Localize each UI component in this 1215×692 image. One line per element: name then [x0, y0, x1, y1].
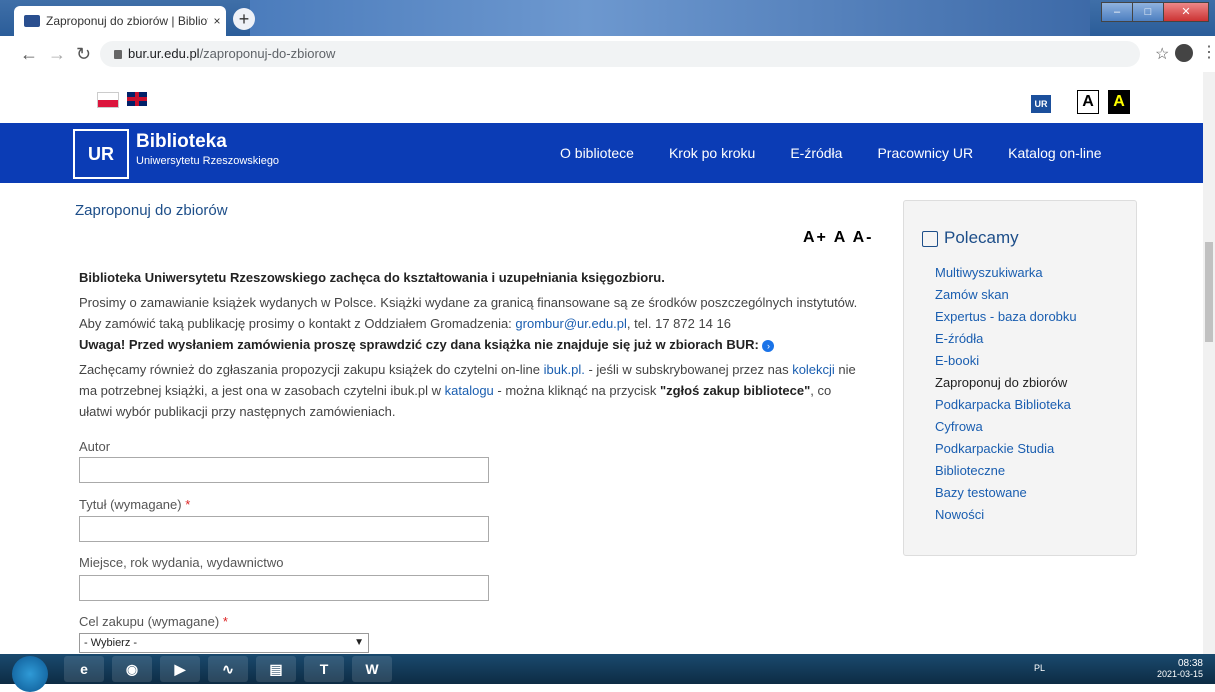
sidebar-item-biblioteczne[interactable]: Biblioteczne: [935, 460, 1077, 482]
arrow-right-icon[interactable]: ›: [762, 339, 775, 352]
email-link[interactable]: grombur@ur.edu.pl: [515, 316, 626, 331]
title-label: Tytuł (wymagane) *: [79, 497, 191, 512]
purpose-select[interactable]: - Wybierz - ▼: [79, 633, 369, 653]
forward-icon[interactable]: →: [48, 44, 66, 65]
kolekcji-link[interactable]: kolekcji: [792, 362, 835, 377]
english-flag-icon[interactable]: [127, 92, 147, 106]
order-button-name: "zgłoś zakup bibliotece": [659, 383, 811, 398]
taskbar: e ◉ ▶ ∿ ▤ T W PL 08:38 2021-03-15: [0, 654, 1215, 692]
url-host: bur.ur.edu.pl: [128, 46, 200, 61]
teams-icon[interactable]: T: [304, 656, 344, 682]
clock-time: 08:38: [1177, 658, 1203, 669]
maximize-button[interactable]: □: [1132, 2, 1164, 22]
para2-text: Zachęcamy również do zgłaszania propozyc…: [79, 362, 544, 377]
site-header: UR Biblioteka Uniwersytetu Rzeszowskiego…: [0, 123, 1203, 183]
new-tab-button[interactable]: +: [233, 8, 255, 30]
tab-title: Zaproponuj do zbiorów | Bibliote: [46, 14, 208, 28]
word-icon[interactable]: W: [352, 656, 392, 682]
brand-title: Biblioteka: [136, 131, 227, 152]
scroll-thumb[interactable]: [1205, 242, 1213, 342]
minimize-button[interactable]: –: [1101, 2, 1133, 22]
nav-item-pracownicy-ur[interactable]: Pracownicy UR: [877, 145, 973, 161]
file-explorer-icon[interactable]: ▤: [256, 656, 296, 682]
ur-badge-icon[interactable]: UR: [1031, 95, 1051, 113]
reload-icon[interactable]: ↻: [76, 44, 91, 65]
para2-text-d: - można kliknąć na przycisk: [493, 383, 660, 398]
page-title: Zaproponuj do zbiorów: [75, 202, 228, 219]
language-switcher: [97, 92, 147, 108]
system-clock[interactable]: 08:38 2021-03-15: [1157, 658, 1203, 679]
media-player-icon[interactable]: ▶: [160, 656, 200, 682]
place-field[interactable]: [79, 575, 489, 601]
purpose-selected-value: - Wybierz -: [84, 637, 138, 649]
taskbar-background: [250, 0, 1090, 36]
author-label: Autor: [79, 439, 111, 454]
para1-text: Prosimy o zamawianie książek wydanych w …: [79, 295, 858, 331]
sidebar-item-nowosci[interactable]: Nowości: [935, 504, 1077, 526]
author-field[interactable]: [79, 457, 489, 483]
close-window-button[interactable]: ✕: [1163, 2, 1209, 22]
language-indicator[interactable]: PL: [1034, 663, 1045, 673]
browser-menu-icon[interactable]: ⋮: [1201, 42, 1215, 62]
sidebar-recommended: Polecamy Multiwyszukiwarka Zamów skan Ex…: [903, 200, 1137, 556]
nav-item-o-bibliotece[interactable]: O bibliotece: [560, 145, 634, 161]
high-contrast-button[interactable]: A: [1108, 90, 1130, 114]
url-field[interactable]: bur.ur.edu.pl/zaproponuj-do-zbiorow: [100, 41, 1140, 67]
sidebar-item-e-booki[interactable]: E-booki: [935, 350, 1077, 372]
normal-contrast-button[interactable]: A: [1077, 90, 1099, 114]
purpose-label: Cel zakupu (wymagane) *: [79, 614, 228, 629]
brand-subtitle: Uniwersytetu Rzeszowskiego: [136, 155, 280, 167]
sidebar-item-expertus[interactable]: Expertus - baza dorobku: [935, 306, 1077, 328]
font-size-controls[interactable]: A+ A A-: [803, 229, 873, 247]
browser-tab[interactable]: Zaproponuj do zbiorów | Bibliote ×: [14, 6, 226, 36]
nav-item-krok-po-kroku[interactable]: Krok po kroku: [669, 145, 755, 161]
para1-tail: , tel. 17 872 14 16: [626, 316, 731, 331]
clock-date: 2021-03-15: [1156, 669, 1203, 679]
browser-tab-bar: Zaproponuj do zbiorów | Bibliote × + – □…: [0, 0, 1215, 36]
brand[interactable]: Biblioteka Uniwersytetu Rzeszowskiego: [136, 131, 279, 167]
page-scrollbar[interactable]: [1203, 72, 1215, 654]
sidebar-item-bazy-testowane[interactable]: Bazy testowane: [935, 482, 1077, 504]
sidebar-item-podkarpacka-biblioteka[interactable]: Podkarpacka Biblioteka: [935, 394, 1077, 416]
main-nav: O bibliotece Krok po kroku E-źródła Prac…: [560, 123, 1137, 183]
site-favicon-icon: [24, 15, 40, 27]
katalogu-link[interactable]: katalogu: [445, 383, 494, 398]
ibuk-link[interactable]: ibuk.pl.: [544, 362, 585, 377]
window-controls: – □ ✕: [1101, 2, 1209, 22]
back-icon[interactable]: ←: [20, 44, 38, 65]
sidebar-item-cyfrowa[interactable]: Cyfrowa: [935, 416, 1077, 438]
nav-item-katalog-online[interactable]: Katalog on-line: [1008, 145, 1101, 161]
sidebar-item-zamow-skan[interactable]: Zamów skan: [935, 284, 1077, 306]
intro-text: Biblioteka Uniwersytetu Rzeszowskiego za…: [79, 267, 859, 422]
address-bar-row: ← → ↻ bur.ur.edu.pl/zaproponuj-do-zbioro…: [0, 36, 1215, 73]
lock-icon: [114, 50, 122, 60]
profile-avatar-icon[interactable]: [1175, 44, 1193, 62]
title-field[interactable]: [79, 516, 489, 542]
para2-text-b: - jeśli w subskrybowanej przez nas: [584, 362, 793, 377]
lead-text: Biblioteka Uniwersytetu Rzeszowskiego za…: [79, 270, 665, 285]
place-label: Miejsce, rok wydania, wydawnictwo: [79, 555, 284, 570]
sidebar-item-e-zrodla[interactable]: E-źródła: [935, 328, 1077, 350]
start-button[interactable]: [12, 656, 48, 692]
sidebar-item-multiwyszukiwarka[interactable]: Multiwyszukiwarka: [935, 262, 1077, 284]
sidebar-title: Polecamy: [922, 228, 1019, 248]
polish-flag-icon[interactable]: [97, 92, 119, 108]
sidebar-item-zaproponuj[interactable]: Zaproponuj do zbiorów: [935, 372, 1077, 394]
warning-text: Uwaga! Przed wysłaniem zamówienia proszę…: [79, 337, 759, 352]
sidebar-list: Multiwyszukiwarka Zamów skan Expertus - …: [935, 262, 1077, 526]
tab-close-icon[interactable]: ×: [208, 14, 226, 28]
url-path: /zaproponuj-do-zbiorow: [199, 46, 336, 61]
internet-explorer-icon[interactable]: e: [64, 656, 104, 682]
taskbar-apps: e ◉ ▶ ∿ ▤ T W: [64, 656, 392, 682]
ur-logo-icon[interactable]: UR: [73, 129, 129, 179]
chrome-icon[interactable]: ◉: [112, 656, 152, 682]
main-content: Zaproponuj do zbiorów: [75, 202, 865, 219]
sidebar-item-podkarpackie-studia[interactable]: Podkarpackie Studia: [935, 438, 1077, 460]
bookmark-star-icon[interactable]: ☆: [1155, 44, 1169, 64]
chevron-down-icon: ▼: [354, 637, 364, 648]
web-page: UR A A UR Biblioteka Uniwersytetu Rzeszo…: [0, 72, 1203, 654]
graph-app-icon[interactable]: ∿: [208, 656, 248, 682]
thumbs-up-icon: [922, 230, 938, 247]
nav-item-e-zrodla[interactable]: E-źródła: [790, 145, 842, 161]
